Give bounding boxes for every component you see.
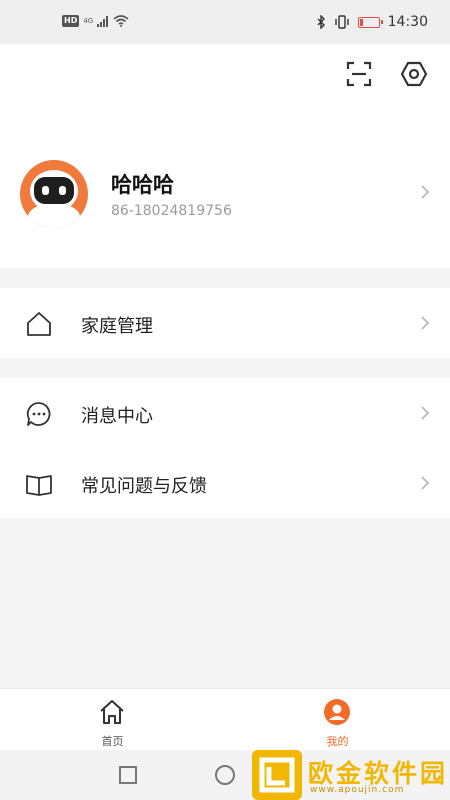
wifi-icon — [113, 15, 129, 27]
battery-icon — [357, 16, 383, 28]
chevron-right-icon — [421, 316, 430, 330]
watermark: 欧金软件园 www.apoujin.com — [250, 750, 450, 800]
user-name: 哈哈哈 — [111, 173, 174, 197]
tab-home[interactable]: 首页 — [0, 689, 225, 751]
menu-group-support: 消息中心 常见问题与反馈 — [0, 378, 450, 518]
menu-label-faq: 常见问题与反馈 — [81, 476, 207, 497]
menu-item-faq[interactable]: 常见问题与反馈 — [0, 448, 450, 518]
chevron-right-icon — [421, 476, 430, 490]
bottom-nav: 首页 我的 — [0, 688, 450, 750]
watermark-logo — [252, 750, 302, 800]
watermark-url: www.apoujin.com — [310, 785, 405, 795]
home-icon — [100, 700, 124, 724]
hd-badge: HD — [62, 15, 80, 27]
menu-label-messages: 消息中心 — [81, 406, 153, 427]
status-bar: HD 4G 14:30 — [0, 0, 450, 44]
avatar[interactable] — [20, 160, 88, 228]
user-phone: 86-18024819756 — [111, 203, 232, 219]
chevron-right-icon — [421, 406, 430, 420]
tab-home-label: 首页 — [101, 735, 124, 748]
status-right: 14:30 — [317, 14, 428, 30]
vibrate-icon — [334, 15, 349, 29]
signal-icon — [97, 15, 109, 27]
user-icon — [324, 699, 350, 725]
tab-mine-label: 我的 — [326, 735, 349, 748]
status-time: 14:30 — [387, 14, 428, 30]
chat-bubble-icon — [26, 402, 51, 426]
book-icon — [26, 475, 52, 496]
recent-apps-button[interactable] — [119, 766, 137, 784]
network-type: 4G — [83, 17, 94, 25]
scan-icon[interactable] — [345, 60, 373, 88]
home-outline-icon — [27, 312, 51, 336]
menu-item-family[interactable]: 家庭管理 — [0, 288, 450, 358]
tab-mine[interactable]: 我的 — [225, 689, 450, 751]
settings-icon[interactable] — [400, 60, 428, 88]
profile-card: 哈哈哈 86-18024819756 — [0, 44, 450, 268]
chevron-right-icon[interactable] — [420, 184, 430, 200]
menu-item-messages[interactable]: 消息中心 — [0, 378, 450, 448]
menu-group-family: 家庭管理 — [0, 288, 450, 358]
bluetooth-icon — [317, 15, 325, 29]
status-left: HD 4G — [62, 15, 129, 27]
system-home-button[interactable] — [215, 765, 235, 785]
menu-label-family: 家庭管理 — [81, 316, 153, 337]
